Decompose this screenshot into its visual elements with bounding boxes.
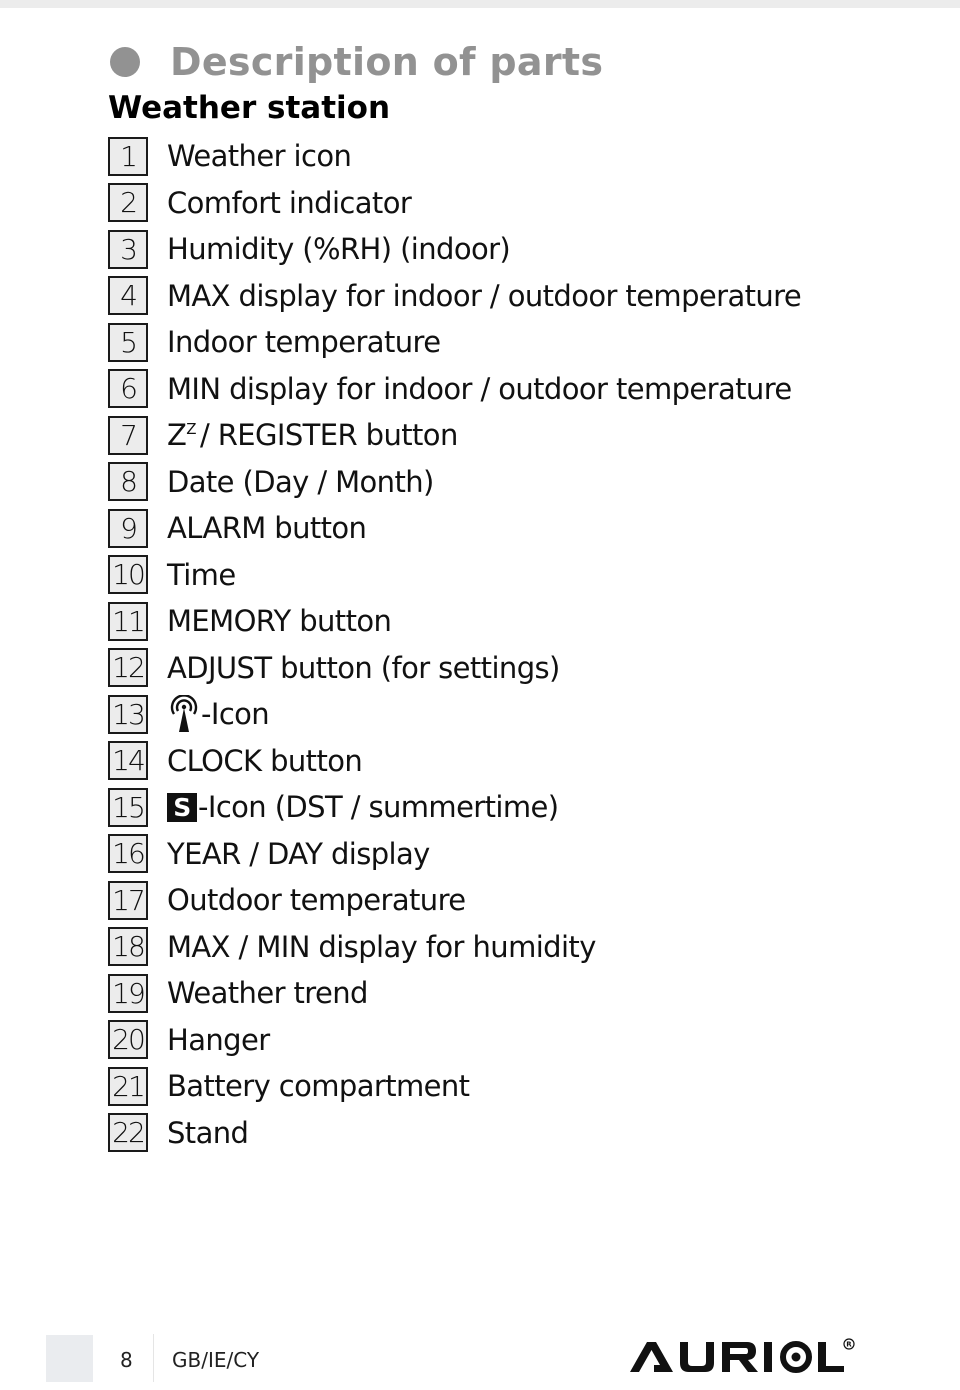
part-label: Humidity (%RH) (indoor)	[167, 232, 511, 267]
part-number-badge: 5	[108, 322, 148, 362]
section-heading-text: Description of parts	[170, 40, 604, 84]
part-number-badge: 7	[108, 415, 148, 455]
dst-s-icon: S	[167, 792, 197, 822]
part-number-badge: 12	[108, 648, 148, 688]
part-label: CLOCK button	[167, 743, 363, 778]
part-number-badge: 9	[108, 508, 148, 548]
list-item: 18 MAX / MIN display for humidity	[108, 924, 908, 971]
list-item: 10 Time	[108, 552, 908, 599]
part-label: YEAR / DAY display	[167, 836, 430, 871]
part-number-badge: 2	[108, 183, 148, 223]
section-heading: Description of parts	[108, 38, 603, 86]
part-number-badge: 14	[108, 741, 148, 781]
region-codes: GB/IE/CY	[172, 1348, 260, 1372]
part-label: Comfort indicator	[167, 185, 412, 220]
part-number-badge: 1	[108, 136, 148, 176]
list-item: 8 Date (Day / Month)	[108, 459, 908, 506]
list-item: 1 Weather icon	[108, 133, 908, 180]
part-number-badge: 4	[108, 276, 148, 316]
list-item: 20 Hanger	[108, 1017, 908, 1064]
list-item: 3 Humidity (%RH) (indoor)	[108, 226, 908, 273]
page-footer: 8 GB/IE/CY R	[0, 1320, 960, 1390]
part-label: Weather trend	[167, 976, 368, 1011]
sleep-z-text: Z	[167, 418, 187, 453]
part-number-badge: 8	[108, 462, 148, 502]
part-label: ADJUST button (for settings)	[167, 650, 560, 685]
bullet-icon	[110, 47, 140, 77]
list-item: 5 Indoor temperature	[108, 319, 908, 366]
list-item: 16 YEAR / DAY display	[108, 831, 908, 878]
part-label-text: / REGISTER button	[199, 418, 458, 453]
part-number-badge: 16	[108, 834, 148, 874]
part-label: S -Icon (DST / summertime)	[167, 790, 559, 825]
part-label: MAX / MIN display for humidity	[167, 929, 596, 964]
part-label: ALARM button	[167, 511, 367, 546]
parts-list: 1 Weather icon 2 Comfort indicator 3 Hum…	[108, 133, 908, 1156]
sleep-z-superscript: Z	[186, 420, 196, 439]
part-number-badge: 6	[108, 369, 148, 409]
subsection-heading: Weather station	[108, 90, 391, 126]
part-label: Outdoor temperature	[167, 883, 466, 918]
radio-signal-antenna-icon	[167, 695, 201, 733]
list-item: 19 Weather trend	[108, 970, 908, 1017]
list-item: 11 MEMORY button	[108, 598, 908, 645]
list-item: 2 Comfort indicator	[108, 180, 908, 227]
part-number-badge: 19	[108, 973, 148, 1013]
footer-divider	[153, 1334, 154, 1382]
list-item: 21 Battery compartment	[108, 1063, 908, 1110]
part-label: Stand	[167, 1115, 249, 1150]
part-label: -Icon	[167, 695, 270, 733]
list-item: 7 Z Z / REGISTER button	[108, 412, 908, 459]
list-item: 6 MIN display for indoor / outdoor tempe…	[108, 366, 908, 413]
part-label: Indoor temperature	[167, 325, 441, 360]
part-number-badge: 20	[108, 1020, 148, 1060]
part-label-text: -Icon	[201, 697, 270, 732]
part-label: Hanger	[167, 1022, 270, 1057]
list-item: 22 Stand	[108, 1110, 908, 1157]
auriol-logo: R	[630, 1338, 855, 1378]
part-label: Weather icon	[167, 139, 352, 174]
part-label: Date (Day / Month)	[167, 464, 434, 499]
part-number-badge: 15	[108, 787, 148, 827]
part-number-badge: 18	[108, 927, 148, 967]
part-number-badge: 10	[108, 555, 148, 595]
part-number-badge: 17	[108, 880, 148, 920]
part-label: Battery compartment	[167, 1069, 470, 1104]
part-label: MIN display for indoor / outdoor tempera…	[167, 371, 792, 406]
part-number-badge: 13	[108, 694, 148, 734]
list-item: 12 ADJUST button (for settings)	[108, 645, 908, 692]
top-edge-strip	[0, 0, 960, 8]
list-item: 9 ALARM button	[108, 505, 908, 552]
part-number-badge: 21	[108, 1066, 148, 1106]
list-item: 15 S -Icon (DST / summertime)	[108, 784, 908, 831]
part-label: Time	[167, 557, 236, 592]
list-item: 17 Outdoor temperature	[108, 877, 908, 924]
part-number-badge: 11	[108, 601, 148, 641]
list-item: 13 -Icon	[108, 691, 908, 738]
list-item: 4 MAX display for indoor / outdoor tempe…	[108, 273, 908, 320]
part-number-badge: 3	[108, 229, 148, 269]
page-number: 8	[120, 1348, 133, 1372]
part-label: MEMORY button	[167, 604, 392, 639]
part-label-text: -Icon (DST / summertime)	[198, 790, 559, 825]
part-label: MAX display for indoor / outdoor tempera…	[167, 278, 802, 313]
list-item: 14 CLOCK button	[108, 738, 908, 785]
svg-text:R: R	[846, 1341, 852, 1349]
part-number-badge: 22	[108, 1113, 148, 1153]
part-label: Z Z / REGISTER button	[167, 418, 458, 452]
footer-marker	[46, 1335, 93, 1382]
